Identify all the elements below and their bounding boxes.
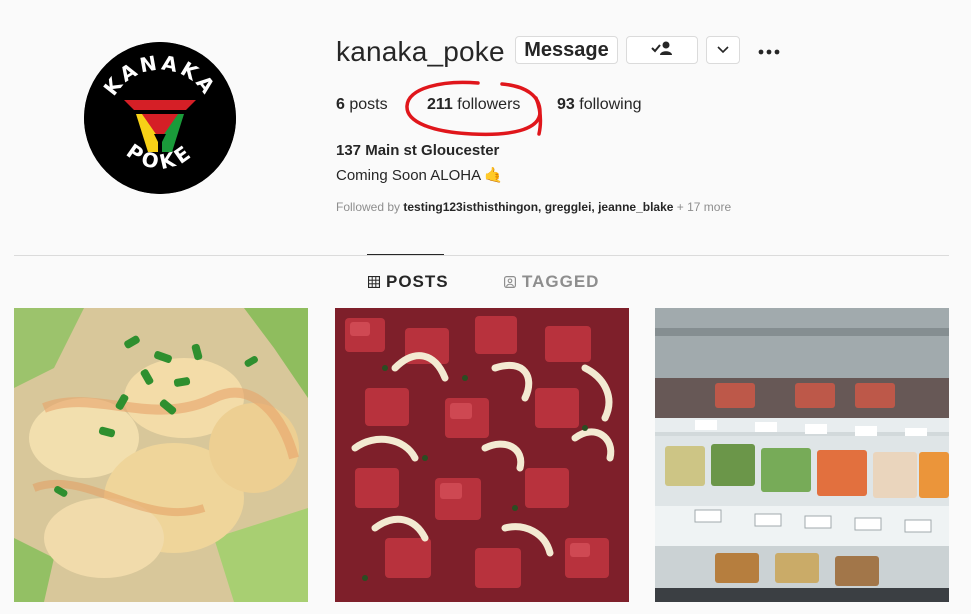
tabs-divider: [14, 255, 949, 256]
followed-by[interactable]: Followed by testing123isthisthingon, gre…: [336, 200, 731, 214]
post-photo: [335, 308, 629, 602]
following-count-label: following: [574, 96, 642, 113]
followed-by-more[interactable]: + 17 more: [673, 200, 731, 214]
followed-by-prefix: Followed by: [336, 200, 404, 214]
tab-posts-label: POSTS: [386, 272, 449, 291]
more-horizontal-icon: [758, 42, 780, 60]
posts-count-label: posts: [344, 96, 388, 113]
post-thumbnail[interactable]: [655, 308, 949, 602]
post-photo: [655, 308, 949, 602]
following-link[interactable]: 93 following: [557, 96, 642, 114]
profile-username: kanaka_poke: [336, 36, 505, 67]
active-tab-indicator: [367, 254, 444, 255]
followers-count-label: followers: [452, 96, 521, 113]
chevron-down-icon: [717, 41, 729, 59]
tab-tagged[interactable]: TAGGED: [504, 272, 599, 292]
following-toggle-button[interactable]: [626, 36, 698, 64]
followed-by-names[interactable]: testing123isthisthingon, gregglei, jeann…: [403, 200, 673, 214]
bio-text-content: Coming Soon ALOHA: [336, 167, 485, 184]
bio-name: 137 Main st Gloucester: [336, 142, 500, 159]
post-thumbnail[interactable]: [14, 308, 308, 602]
profile-page: KANAKA POKE kanaka_poke Message 6 posts …: [0, 0, 971, 614]
person-check-icon: [650, 40, 674, 61]
posts-count-value: 6: [336, 96, 345, 113]
profile-avatar[interactable]: KANAKA POKE: [84, 42, 236, 194]
tab-posts[interactable]: POSTS: [368, 272, 449, 292]
followers-count-value: 211: [427, 96, 453, 113]
call-me-hand-emoji: 🤙: [484, 167, 504, 184]
message-button[interactable]: Message: [515, 36, 618, 64]
tab-tagged-label: TAGGED: [522, 272, 600, 291]
suggested-dropdown-button[interactable]: [706, 36, 740, 64]
tag-icon: [504, 276, 516, 288]
following-count-value: 93: [557, 96, 575, 113]
post-thumbnail[interactable]: [335, 308, 629, 602]
posts-count: 6 posts: [336, 96, 388, 114]
post-photo: [14, 308, 308, 602]
followers-link[interactable]: 211 followers: [427, 96, 520, 114]
bio-text: Coming Soon ALOHA 🤙: [336, 166, 503, 184]
grid-icon: [368, 276, 380, 288]
more-options-button[interactable]: [754, 40, 784, 62]
kanaka-poke-logo: KANAKA POKE: [84, 42, 236, 194]
